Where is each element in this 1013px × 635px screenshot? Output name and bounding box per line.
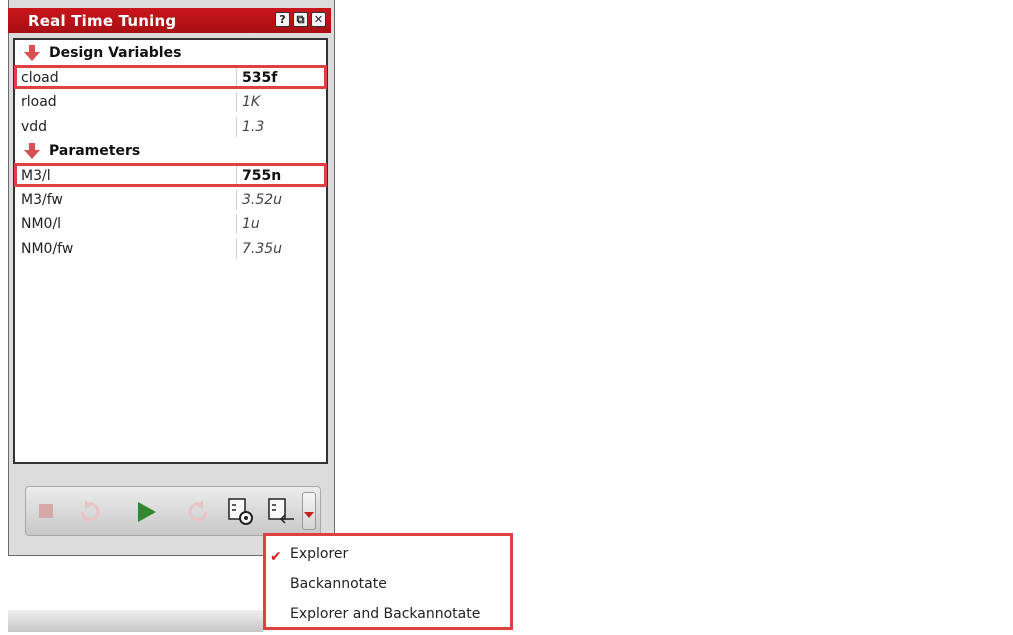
- help-button[interactable]: ?: [275, 12, 290, 27]
- dropdown-arrow-icon: [304, 512, 314, 518]
- menu-item-explorer-and-backannotate[interactable]: Explorer and Backannotate: [290, 606, 480, 622]
- row-value[interactable]: 1u: [242, 216, 260, 232]
- check-icon: ✔: [270, 549, 282, 565]
- tuning-toolbar: [25, 486, 321, 536]
- section-design-variables[interactable]: Design Variables: [23, 41, 323, 65]
- row-value[interactable]: 7.35u: [242, 241, 282, 257]
- section-parameters[interactable]: Parameters: [23, 139, 323, 163]
- undo-icon[interactable]: [76, 499, 102, 525]
- backannotate-icon[interactable]: [267, 497, 297, 527]
- section-label: Parameters: [49, 143, 141, 159]
- row-name: vdd: [21, 119, 48, 135]
- tree-row-nm0-l[interactable]: NM0/l 1u: [17, 212, 327, 236]
- variables-tree: Design Variables cload 535f rload 1K vdd…: [13, 38, 328, 464]
- section-label: Design Variables: [49, 45, 182, 61]
- title-bar: Real Time Tuning ? ⧉ ✕: [8, 8, 331, 33]
- restore-button[interactable]: ⧉: [293, 12, 308, 27]
- row-name: NM0/l: [21, 216, 62, 232]
- dropdown-button[interactable]: [302, 492, 316, 530]
- redo-icon[interactable]: [186, 499, 212, 525]
- row-name: rload: [21, 94, 57, 110]
- highlight-box-m3-l: [14, 163, 327, 187]
- window-title: Real Time Tuning: [28, 12, 177, 30]
- explorer-icon[interactable]: [227, 497, 257, 527]
- collapse-arrow-icon[interactable]: [23, 44, 41, 62]
- menu-item-explorer[interactable]: Explorer: [290, 546, 348, 562]
- tree-row-nm0-fw[interactable]: NM0/fw 7.35u: [17, 237, 327, 261]
- row-value[interactable]: 1K: [242, 94, 260, 110]
- run-mode-menu: ✔ Explorer Backannotate Explorer and Bac…: [263, 533, 513, 630]
- menu-item-backannotate[interactable]: Backannotate: [290, 576, 387, 592]
- row-name: NM0/fw: [21, 241, 74, 257]
- row-value[interactable]: 1.3: [242, 119, 264, 135]
- row-name: M3/fw: [21, 192, 63, 208]
- play-icon[interactable]: [136, 500, 158, 524]
- stop-icon[interactable]: [38, 503, 54, 519]
- bottom-scrollbar[interactable]: [8, 610, 263, 632]
- row-value[interactable]: 3.52u: [242, 192, 282, 208]
- tree-row-vdd[interactable]: vdd 1.3: [17, 115, 327, 139]
- highlight-box-cload: [14, 65, 327, 89]
- tree-row-rload[interactable]: rload 1K: [17, 90, 327, 114]
- tree-row-m3-fw[interactable]: M3/fw 3.52u: [17, 188, 327, 212]
- collapse-arrow-icon[interactable]: [23, 142, 41, 160]
- close-button[interactable]: ✕: [311, 12, 326, 27]
